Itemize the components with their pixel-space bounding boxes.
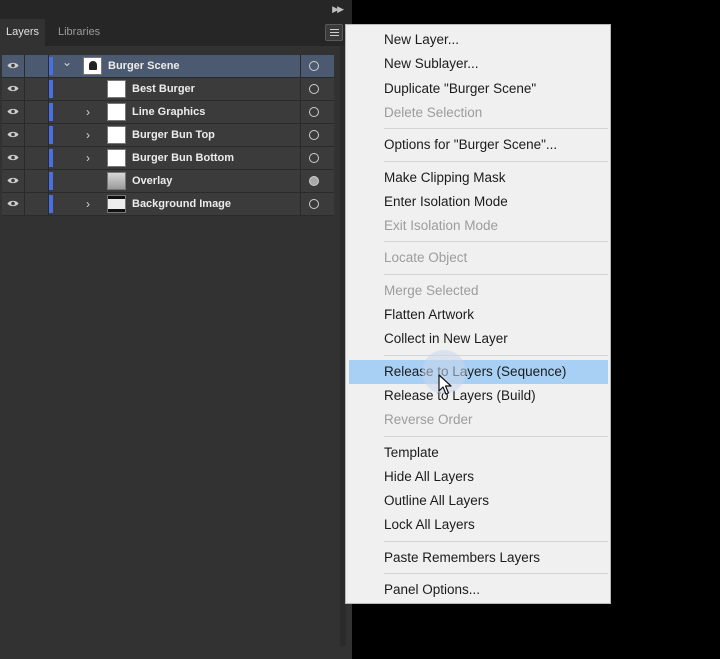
menu-separator <box>384 273 608 275</box>
layers-panel: ▶▶ Layers Libraries ⌄ Burger Scene Best Bu… <box>0 0 352 659</box>
target-circle-icon[interactable] <box>300 193 331 215</box>
hamburger-icon <box>330 29 339 30</box>
eye-icon[interactable] <box>2 55 25 77</box>
menu-separator <box>384 435 608 437</box>
layer-color-bar <box>49 172 53 190</box>
menu-item[interactable]: Duplicate "Burger Scene" <box>346 77 610 101</box>
layer-row[interactable]: ⌄ Burger Scene <box>2 55 334 78</box>
layer-thumbnail <box>83 57 102 75</box>
lock-toggle[interactable] <box>24 124 49 146</box>
chevron-right-icon[interactable]: › <box>86 105 90 119</box>
panel-title-bar: ▶▶ <box>0 0 352 19</box>
menu-item[interactable]: New Sublayer... <box>346 52 610 76</box>
menu-item[interactable]: Outline All Layers <box>346 489 610 513</box>
layer-name[interactable]: Background Image <box>132 198 231 210</box>
layer-name[interactable]: Line Graphics <box>132 106 205 118</box>
menu-item[interactable]: New Layer... <box>346 28 610 52</box>
menu-item[interactable]: Merge Selected <box>346 279 610 303</box>
double-chevron-right-icon[interactable]: ▶▶ <box>332 4 344 15</box>
layer-color-bar <box>49 80 53 98</box>
menu-item[interactable]: Enter Isolation Mode <box>346 190 610 214</box>
eye-icon[interactable] <box>2 101 25 123</box>
target-circle-icon[interactable] <box>300 101 331 123</box>
menu-item[interactable]: Make Clipping Mask <box>346 166 610 190</box>
target-circle-icon[interactable] <box>300 124 331 146</box>
layer-row[interactable]: Best Burger <box>2 78 334 101</box>
eye-icon[interactable] <box>2 193 25 215</box>
hamburger-icon-line <box>330 35 339 36</box>
panel-menu-button[interactable] <box>325 24 343 41</box>
layer-name[interactable]: Burger Bun Top <box>132 129 215 141</box>
menu-item[interactable]: Flatten Artwork <box>346 303 610 327</box>
layer-color-bar <box>49 149 53 167</box>
layer-row[interactable]: › Burger Bun Top <box>2 124 334 147</box>
lock-toggle[interactable] <box>24 78 49 100</box>
eye-icon[interactable] <box>2 147 25 169</box>
lock-toggle[interactable] <box>24 101 49 123</box>
lock-toggle[interactable] <box>24 193 49 215</box>
menu-separator <box>384 354 608 356</box>
layer-name[interactable]: Burger Bun Bottom <box>132 152 234 164</box>
layer-thumbnail <box>107 126 126 144</box>
layer-thumbnail <box>107 80 126 98</box>
layer-thumbnail <box>107 195 126 213</box>
layers-panel-flyout-menu: New Layer... New Sublayer... Duplicate "Bu… <box>345 24 611 604</box>
menu-item[interactable]: Hide All Layers <box>346 465 610 489</box>
chevron-right-icon[interactable]: › <box>86 197 90 211</box>
layer-row[interactable]: › Burger Bun Bottom <box>2 147 334 170</box>
chevron-down-icon[interactable]: ⌄ <box>62 55 72 69</box>
target-circle-icon[interactable] <box>300 147 331 169</box>
target-circle-icon[interactable] <box>300 170 331 192</box>
layer-row[interactable]: Overlay <box>2 170 334 193</box>
menu-item[interactable]: Options for "Burger Scene"... <box>346 133 610 157</box>
layer-thumbnail <box>107 103 126 121</box>
layer-name[interactable]: Burger Scene <box>108 60 180 72</box>
eye-icon[interactable] <box>2 78 25 100</box>
menu-separator <box>384 540 608 542</box>
lock-toggle[interactable] <box>24 147 49 169</box>
menu-item[interactable]: Template <box>346 441 610 465</box>
layer-color-bar <box>49 103 53 121</box>
menu-item[interactable]: Collect in New Layer <box>346 327 610 351</box>
eye-icon[interactable] <box>2 170 25 192</box>
layer-thumbnail <box>107 149 126 167</box>
menu-separator <box>384 241 608 243</box>
tab-layers[interactable]: Layers <box>0 19 46 46</box>
menu-separator <box>384 573 608 574</box>
layer-name[interactable]: Overlay <box>132 175 172 187</box>
panel-tab-strip: Layers Libraries <box>0 19 352 46</box>
menu-item[interactable]: Exit Isolation Mode <box>346 214 610 238</box>
menu-item[interactable]: Reverse Order <box>346 408 610 432</box>
layers-list: ⌄ Burger Scene Best Burger › Line Graphics › B… <box>2 55 334 216</box>
chevron-right-icon[interactable]: › <box>86 128 90 142</box>
menu-item[interactable]: Delete Selection <box>346 101 610 125</box>
menu-separator <box>384 128 608 130</box>
target-circle-icon[interactable] <box>300 55 331 77</box>
menu-item[interactable]: Locate Object <box>346 246 610 270</box>
eye-icon[interactable] <box>2 124 25 146</box>
menu-item[interactable]: Panel Options... <box>346 578 610 602</box>
layer-thumbnail <box>107 172 126 190</box>
lock-toggle[interactable] <box>24 55 49 77</box>
layer-row[interactable]: › Line Graphics <box>2 101 334 124</box>
mouse-pointer-icon <box>438 374 452 395</box>
layer-row[interactable]: › Background Image <box>2 193 334 216</box>
menu-item[interactable]: Lock All Layers <box>346 513 610 537</box>
layer-color-bar <box>49 195 53 213</box>
layer-color-bar <box>49 126 53 144</box>
layer-name[interactable]: Best Burger <box>132 83 195 95</box>
menu-item[interactable]: Release to Layers (Sequence) <box>349 359 608 384</box>
tab-libraries[interactable]: Libraries <box>52 19 106 46</box>
menu-item[interactable]: Paste Remembers Layers <box>346 546 610 570</box>
chevron-right-icon[interactable]: › <box>86 151 90 165</box>
menu-separator <box>384 160 608 162</box>
lock-toggle[interactable] <box>24 170 49 192</box>
menu-item[interactable]: Release to Layers (Build) <box>346 384 610 408</box>
target-circle-icon[interactable] <box>300 78 331 100</box>
layer-color-bar <box>49 57 53 75</box>
hamburger-icon-line <box>330 32 339 33</box>
